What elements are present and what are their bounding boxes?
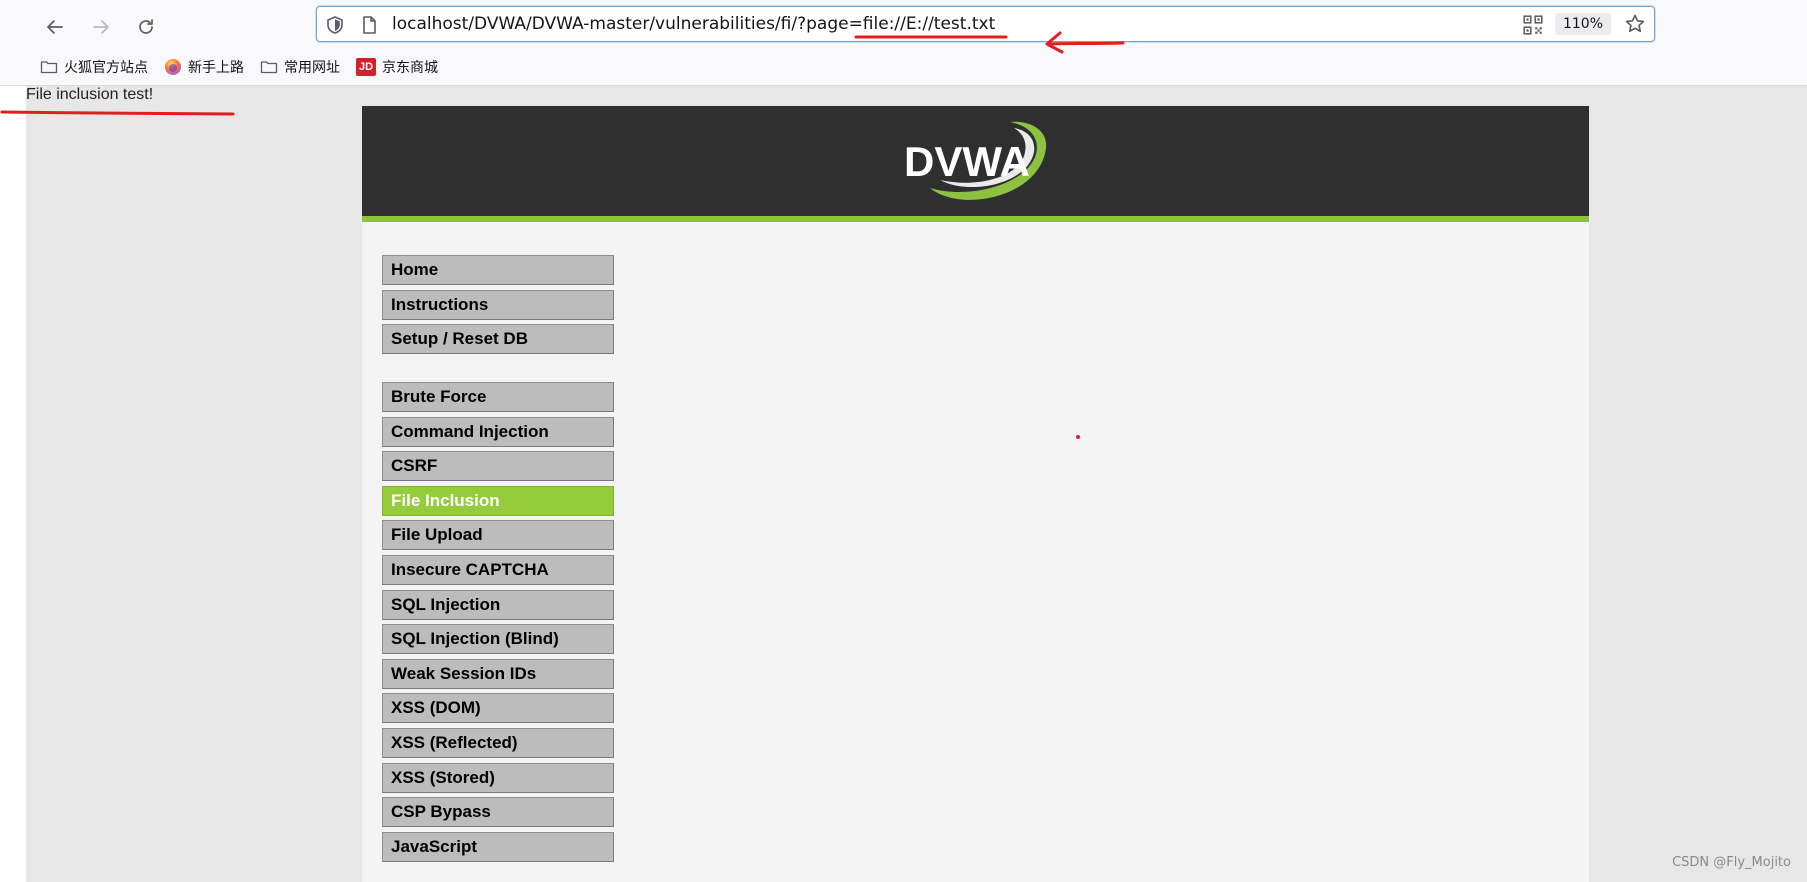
menu-item-csp-bypass[interactable]: CSP Bypass: [382, 797, 614, 827]
firefox-icon: [165, 59, 181, 75]
bookmark-label: 火狐官方站点: [64, 60, 148, 76]
page-icon[interactable]: [359, 15, 379, 35]
menu-item-javascript[interactable]: JavaScript: [382, 832, 614, 862]
forward-button[interactable]: [86, 12, 116, 42]
bookmark-item[interactable]: JD 京东商城: [356, 57, 438, 77]
url-bar[interactable]: localhost/DVWA/DVWA-master/vulnerabiliti…: [316, 6, 1655, 42]
reload-button[interactable]: [131, 12, 161, 42]
reload-icon: [139, 19, 153, 34]
menu-item-xss-reflected[interactable]: XSS (Reflected): [382, 728, 614, 758]
bookmark-item[interactable]: 常用网址: [260, 57, 340, 77]
menu-item-sql-injection-blind[interactable]: SQL Injection (Blind): [382, 624, 614, 654]
bookmark-label: 常用网址: [284, 60, 340, 76]
folder-icon: [40, 61, 58, 74]
menu-item-sql-injection[interactable]: SQL Injection: [382, 590, 614, 620]
output-underline-mark: [0, 110, 235, 116]
dvwa-container: DVWA Home Instructions Setup / Reset DB Bru…: [362, 106, 1589, 882]
menu-item-file-upload[interactable]: File Upload: [382, 520, 614, 550]
menu-item-csrf[interactable]: CSRF: [382, 451, 614, 481]
menu-item-xss-stored[interactable]: XSS (Stored): [382, 763, 614, 793]
bookmark-item[interactable]: 新手上路: [164, 57, 244, 77]
logo-text: DVWA: [904, 138, 1030, 185]
menu-item-file-inclusion[interactable]: File Inclusion: [382, 486, 614, 516]
menu-item-home[interactable]: Home: [382, 255, 614, 285]
menu-item-insecure-captcha[interactable]: Insecure CAPTCHA: [382, 555, 614, 585]
menu-item-command-injection[interactable]: Command Injection: [382, 417, 614, 447]
dvwa-logo: DVWA: [904, 121, 1047, 200]
bookmarks-toolbar: 火狐官方站点 新手上路 常用网址 JD 京东商城: [40, 55, 438, 79]
bookmark-label: 京东商城: [382, 60, 438, 76]
jd-icon: JD: [356, 58, 376, 76]
qr-code-icon[interactable]: [1522, 14, 1544, 36]
menu-item-xss-dom[interactable]: XSS (DOM): [382, 693, 614, 723]
menu-item-setup-reset-db[interactable]: Setup / Reset DB: [382, 324, 614, 354]
menu-item-instructions[interactable]: Instructions: [382, 290, 614, 320]
browser-chrome: localhost/DVWA/DVWA-master/vulnerabiliti…: [0, 0, 1807, 86]
arrow-left-icon: [47, 20, 63, 34]
bookmark-label: 新手上路: [188, 60, 244, 76]
shield-icon[interactable]: [325, 15, 345, 35]
bookmark-item[interactable]: 火狐官方站点: [40, 57, 148, 77]
star-icon[interactable]: [1624, 13, 1646, 35]
folder-icon: [260, 61, 278, 74]
watermark: CSDN @Fly_Mojito: [1672, 855, 1791, 870]
menu-item-brute-force[interactable]: Brute Force: [382, 382, 614, 412]
page-margin: [0, 86, 26, 882]
menu-item-weak-session-ids[interactable]: Weak Session IDs: [382, 659, 614, 689]
zoom-level-button[interactable]: 110%: [1554, 13, 1611, 35]
included-file-output: File inclusion test!: [26, 86, 154, 103]
url-text[interactable]: localhost/DVWA/DVWA-master/vulnerabiliti…: [392, 14, 995, 34]
back-button[interactable]: [40, 12, 70, 42]
arrow-right-icon: [93, 20, 109, 34]
dvwa-header: DVWA: [362, 106, 1589, 222]
